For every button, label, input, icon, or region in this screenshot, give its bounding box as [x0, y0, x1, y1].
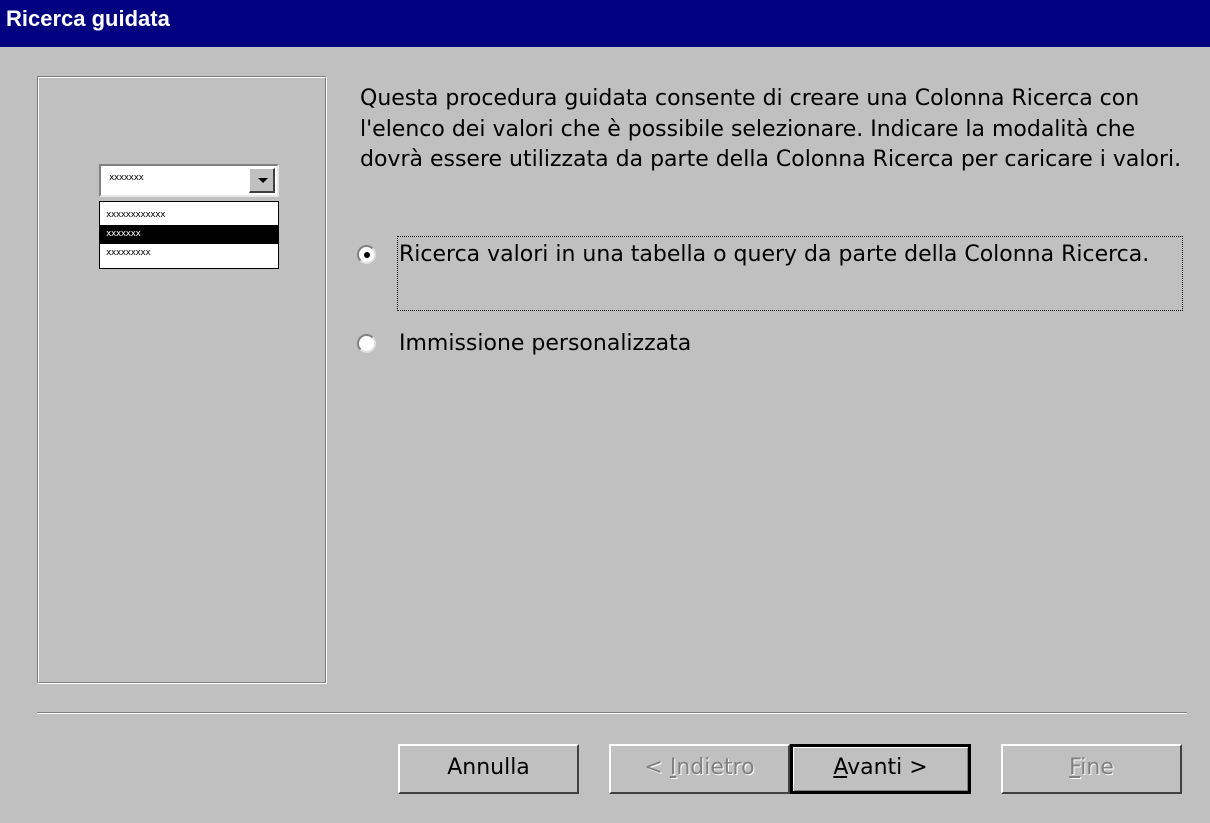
option-lookup-table-label[interactable]: Ricerca valori in una tabella o query da… — [399, 242, 1149, 267]
list-item: xxxxxxxxx — [106, 248, 151, 258]
radio-unchecked-icon[interactable] — [357, 334, 376, 353]
back-button[interactable]: < Indietro — [609, 744, 790, 794]
list-item-selected: xxxxxxx — [100, 225, 278, 244]
title-bar: Ricerca guidata — [0, 0, 1210, 47]
chevron-down-icon — [249, 168, 275, 193]
illustration-combo: xxxxxxx — [99, 164, 279, 197]
radio-checked-icon[interactable] — [357, 245, 376, 264]
list-item: xxxxxxxxxxxx — [106, 210, 166, 220]
window-title: Ricerca guidata — [6, 6, 170, 31]
separator — [37, 712, 1187, 714]
finish-button[interactable]: Fine — [1001, 744, 1182, 794]
next-button[interactable]: Avanti > — [790, 744, 971, 794]
option-custom-entry-label[interactable]: Immissione personalizzata — [399, 331, 691, 356]
illustration-panel: xxxxxxx xxxxxxxxxxxx xxxxxxx xxxxxxxxx — [37, 76, 327, 684]
description-text: Questa procedura guidata consente di cre… — [360, 86, 1182, 172]
illustration-combo-value: xxxxxxx — [109, 173, 144, 183]
cancel-button[interactable]: Annulla — [398, 744, 579, 794]
illustration-dropdown-list: xxxxxxxxxxxx xxxxxxx xxxxxxxxx — [99, 201, 279, 269]
